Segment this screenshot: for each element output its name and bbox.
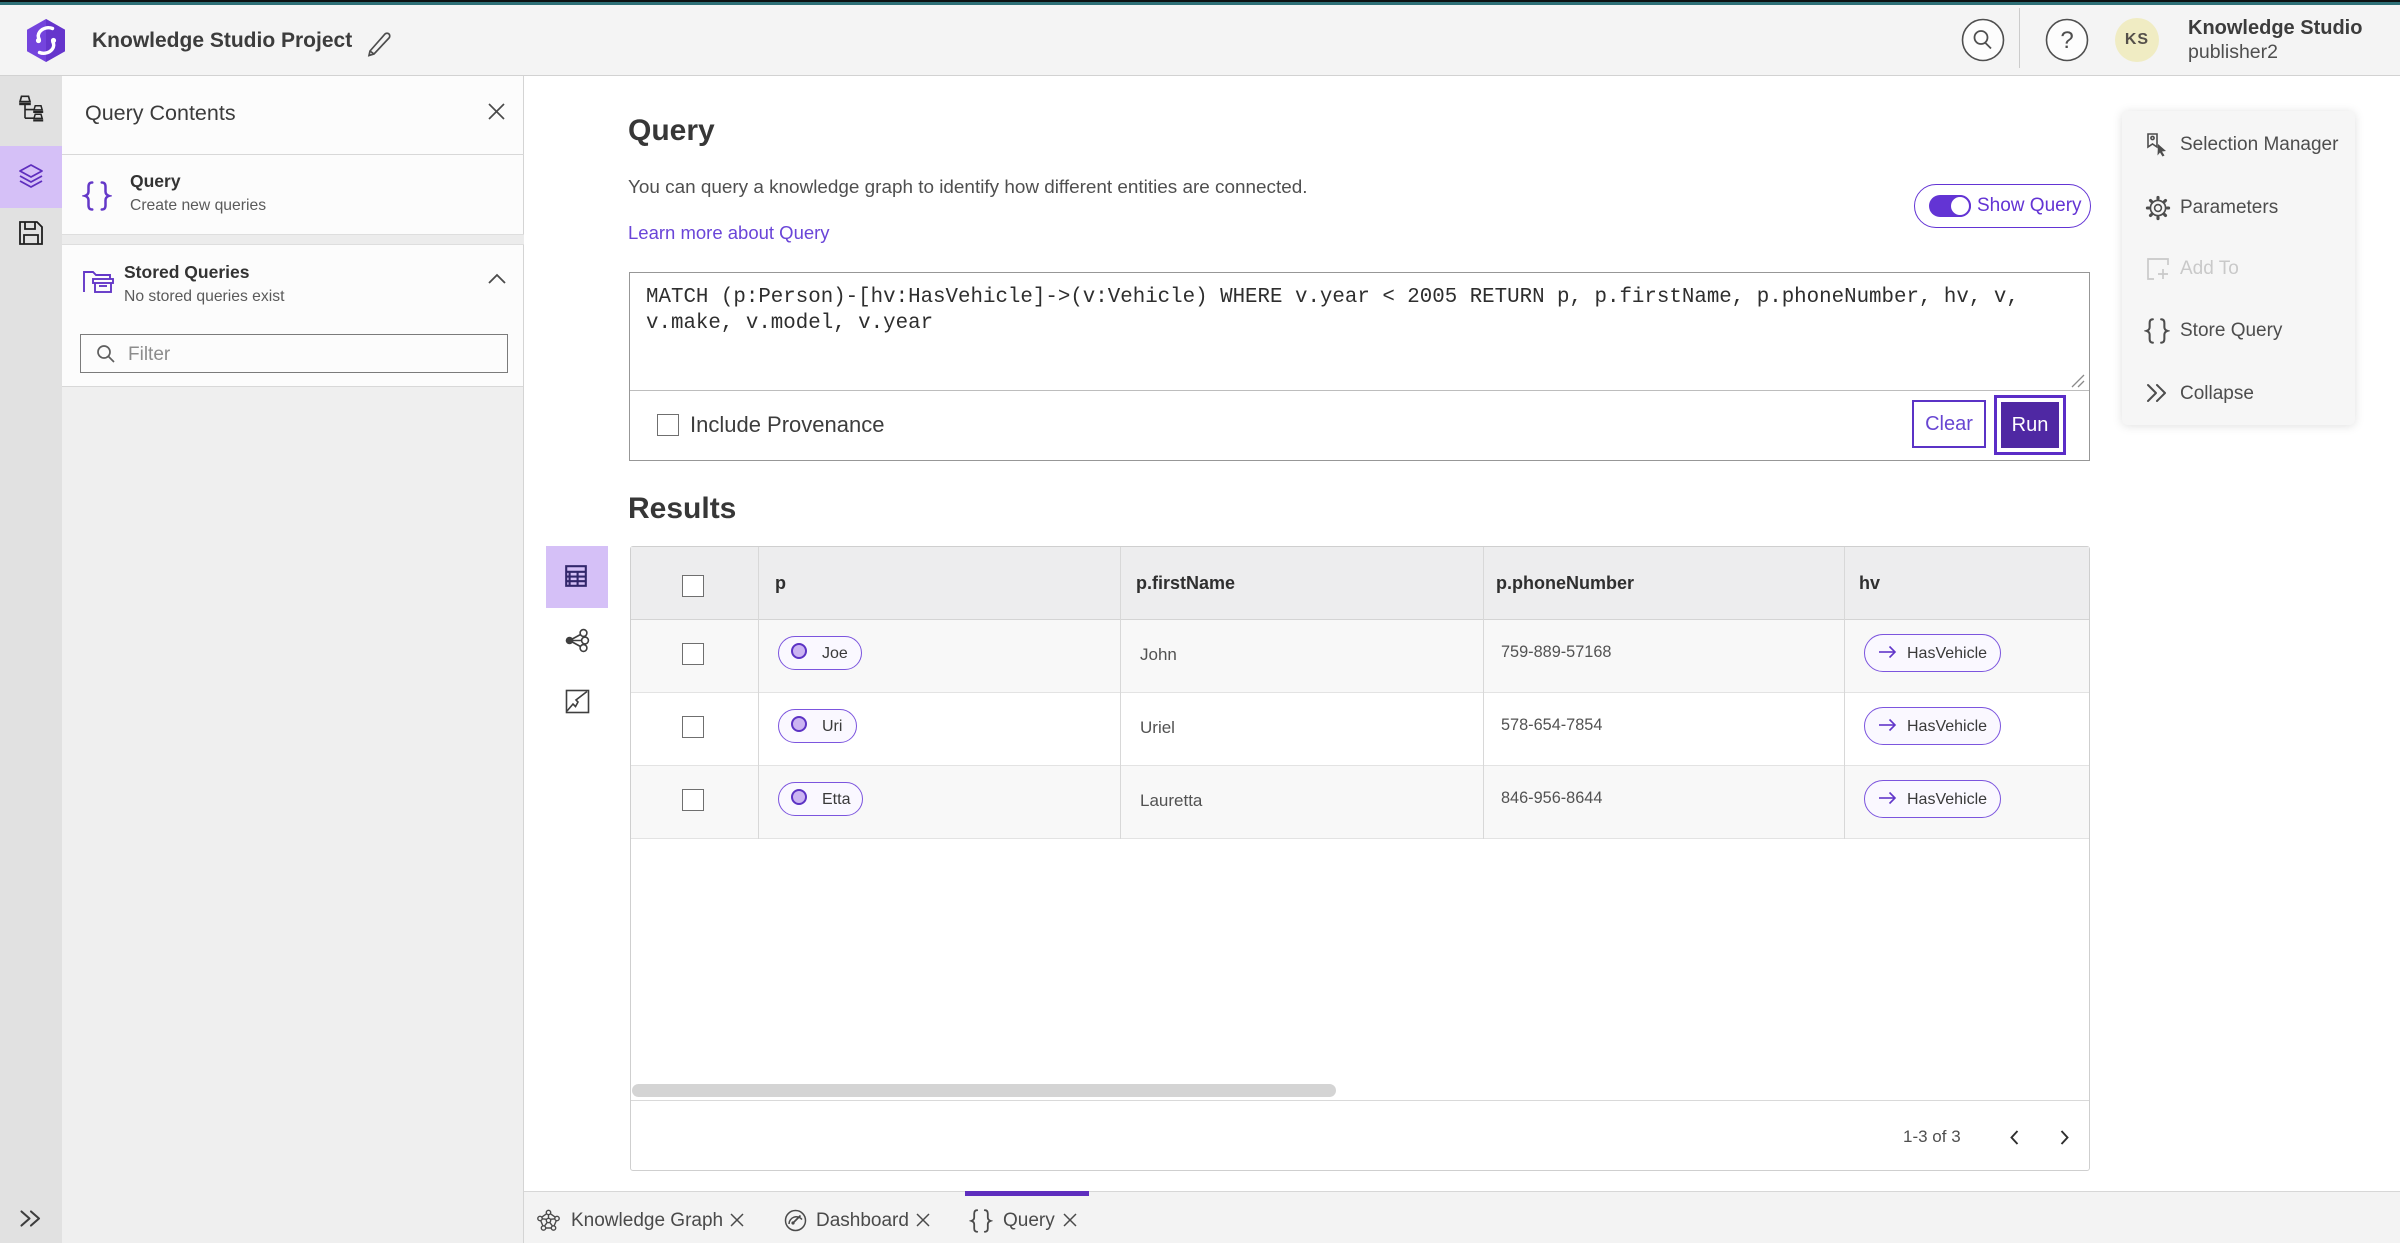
svg-text:?: ? (2060, 27, 2073, 54)
